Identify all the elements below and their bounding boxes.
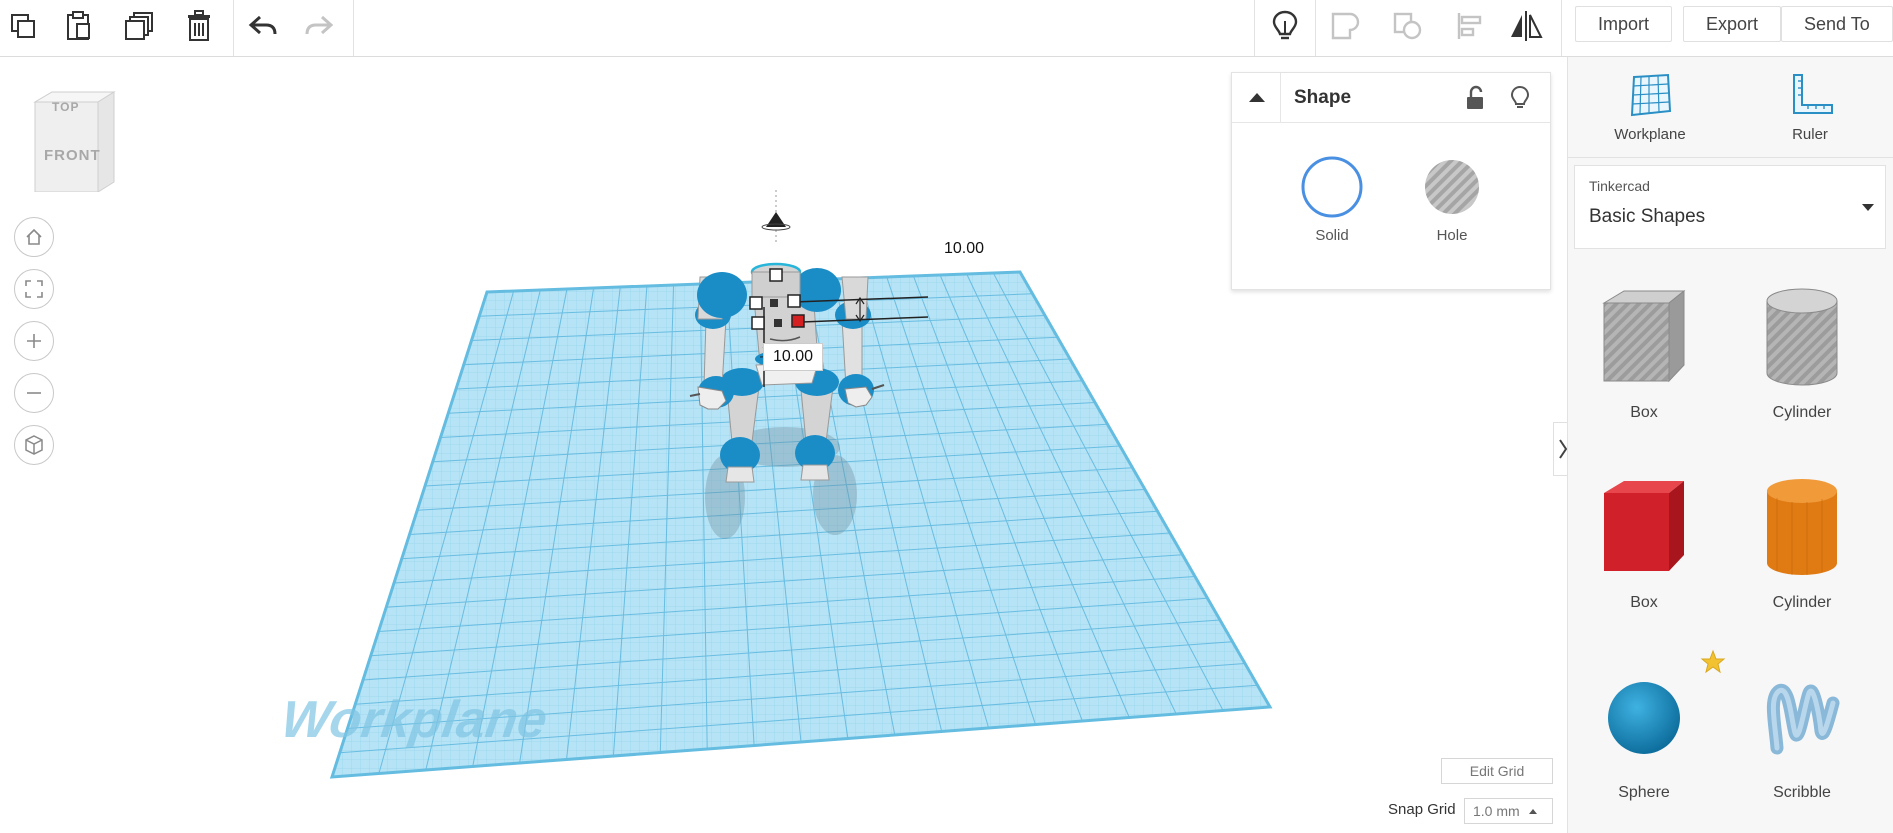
dimension-input-width[interactable]: 10.00: [763, 343, 823, 371]
shape-label: Scribble: [1773, 784, 1831, 801]
toolbar-divider: [353, 0, 354, 56]
toolbar-divider: [1315, 0, 1316, 56]
cylinder-orange-shape-icon: [1767, 479, 1837, 575]
perspective-icon: [25, 435, 43, 455]
ungroup-icon[interactable]: [1385, 6, 1431, 46]
ruler-icon: [1793, 74, 1833, 114]
workplane-tool-label: Workplane: [1614, 126, 1686, 143]
shape-label: Cylinder: [1772, 404, 1832, 421]
toolbar-divider: [1561, 0, 1562, 56]
lock-icon[interactable]: [1464, 85, 1486, 116]
zoom-in-button[interactable]: [14, 321, 54, 361]
toolbar-divider: [1254, 0, 1255, 56]
duplicate-icon[interactable]: [117, 6, 163, 46]
ruler-tool-label: Ruler: [1792, 126, 1828, 143]
scribble-shape-icon: [1766, 683, 1840, 755]
send-to-button[interactable]: Send To: [1781, 6, 1893, 42]
shape-library-select[interactable]: Tinkercad Basic Shapes: [1574, 165, 1886, 249]
shapes-sidebar: Workplane Ruler Tinkercad Basic Shapes B…: [1567, 57, 1893, 833]
undo-icon[interactable]: [240, 6, 286, 46]
workplane-icon: [1630, 73, 1672, 117]
zoom-in-icon: [27, 334, 41, 348]
edit-grid-button[interactable]: Edit Grid: [1441, 758, 1553, 784]
library-brand: Tinkercad: [1589, 178, 1650, 194]
snap-grid-label: Snap Grid: [1388, 801, 1456, 818]
hole-option[interactable]: [1420, 155, 1484, 224]
paste-icon[interactable]: [56, 6, 102, 46]
shape-box-gray[interactable]: Box: [1574, 283, 1714, 422]
solid-label: Solid: [1315, 227, 1349, 244]
viewcube-top-label[interactable]: TOP: [52, 100, 79, 114]
collapse-panel-icon[interactable]: [1246, 87, 1268, 109]
toolbar-divider: [233, 0, 234, 56]
shape-sphere[interactable]: Sphere: [1574, 663, 1714, 802]
shape-label: Cylinder: [1772, 594, 1832, 611]
shape-cylinder-orange[interactable]: Cylinder: [1732, 473, 1872, 612]
snap-grid-select[interactable]: 1.0 mm: [1464, 798, 1553, 824]
shape-cylinder-gray[interactable]: Cylinder: [1732, 283, 1872, 422]
hole-label: Hole: [1436, 227, 1468, 244]
box-red-shape-icon: [1604, 481, 1684, 571]
import-button[interactable]: Import: [1575, 6, 1673, 42]
dimension-input-height[interactable]: 10.00: [929, 234, 999, 264]
align-icon[interactable]: [1447, 6, 1493, 46]
star-icon: [1700, 649, 1726, 680]
top-toolbar: Import Export Send To: [0, 0, 1893, 57]
workplane-tool[interactable]: Workplane: [1570, 57, 1730, 157]
view-cube[interactable]: TOP FRONT: [30, 87, 120, 197]
snap-grid-value: 1.0 mm: [1473, 803, 1520, 819]
library-name: Basic Shapes: [1589, 206, 1706, 227]
mirror-icon[interactable]: [1503, 6, 1549, 46]
home-view-button[interactable]: [14, 217, 54, 257]
shape-label: Box: [1630, 594, 1658, 611]
perspective-button[interactable]: [14, 425, 54, 465]
shape-box-red[interactable]: Box: [1574, 473, 1714, 612]
chevron-down-icon: [1862, 204, 1874, 211]
home-icon: [26, 228, 42, 245]
zoom-out-button[interactable]: [14, 373, 54, 413]
copy-icon[interactable]: [0, 6, 46, 46]
lightbulb-icon[interactable]: [1262, 6, 1308, 46]
export-button[interactable]: Export: [1683, 6, 1782, 42]
box-shape-icon: [1602, 289, 1686, 383]
shape-inspector-panel: Shape Solid Hole: [1231, 72, 1551, 290]
shape-label: Box: [1630, 404, 1658, 421]
zoom-out-icon: [27, 392, 41, 394]
workplane-watermark: Workplane: [278, 691, 551, 749]
ruler-tool[interactable]: Ruler: [1730, 57, 1890, 157]
group-icon[interactable]: [1323, 6, 1369, 46]
lift-handle[interactable]: [761, 212, 791, 231]
shape-label: Sphere: [1618, 784, 1670, 801]
sphere-shape-icon: [1608, 682, 1680, 754]
fit-view-button[interactable]: [14, 269, 54, 309]
viewcube-front-label[interactable]: FRONT: [44, 147, 101, 164]
redo-icon[interactable]: [296, 6, 342, 46]
shape-scribble[interactable]: Scribble: [1732, 663, 1872, 802]
shape-panel-title: Shape: [1294, 87, 1352, 108]
lightbulb-icon[interactable]: [1510, 85, 1530, 116]
cylinder-shape-icon: [1766, 288, 1838, 386]
fit-view-icon: [25, 280, 43, 298]
caret-up-icon: [1528, 809, 1537, 814]
shape-panel-header: Shape: [1232, 73, 1550, 123]
solid-option[interactable]: [1300, 155, 1364, 224]
delete-icon[interactable]: [176, 6, 222, 46]
